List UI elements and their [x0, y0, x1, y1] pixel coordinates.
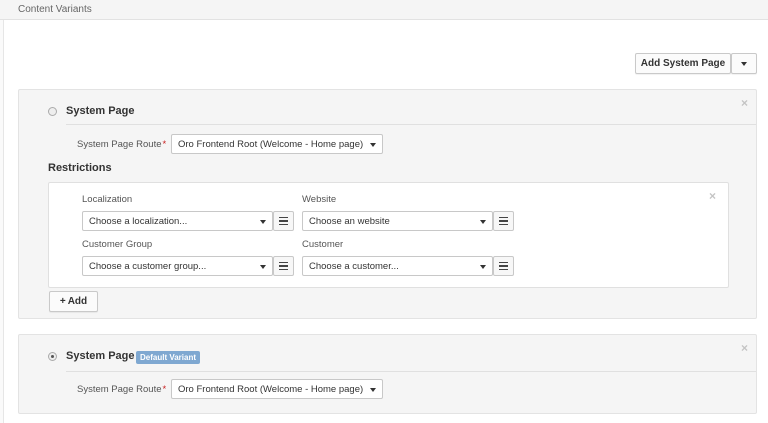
chevron-down-icon: [370, 388, 376, 392]
chevron-down-icon: [260, 265, 266, 269]
localization-select-value: Choose a localization...: [89, 215, 188, 227]
section-title: Content Variants: [18, 4, 92, 15]
restriction-box: × Localization Choose a localization... …: [48, 182, 729, 288]
website-select-value: Choose an website: [309, 215, 390, 227]
left-border: [0, 20, 4, 423]
default-variant-radio[interactable]: [48, 352, 57, 361]
customer-group-select[interactable]: Choose a customer group...: [82, 256, 273, 276]
localization-select[interactable]: Choose a localization...: [82, 211, 273, 231]
customer-list-button[interactable]: [493, 256, 514, 276]
route-label: System Page Route*: [77, 384, 167, 395]
chevron-down-icon: [260, 220, 266, 224]
section-header: Content Variants: [0, 0, 768, 20]
customer-label: Customer: [302, 239, 344, 250]
add-system-page-label: Add System Page: [640, 58, 726, 69]
plus-icon: +: [59, 296, 66, 307]
add-restriction-button[interactable]: + Add: [49, 291, 98, 312]
route-select[interactable]: Oro Frontend Root (Welcome - Home page): [171, 134, 383, 154]
chevron-down-icon: [480, 220, 486, 224]
customer-select-value: Choose a customer...: [309, 260, 399, 272]
route-label: System Page Route*: [77, 139, 167, 150]
customer-select[interactable]: Choose a customer...: [302, 256, 493, 276]
chevron-down-icon: [370, 143, 376, 147]
customer-group-list-button[interactable]: [273, 256, 294, 276]
close-icon[interactable]: ×: [741, 341, 748, 355]
localization-list-button[interactable]: [273, 211, 294, 231]
add-system-page-button[interactable]: Add System Page: [635, 53, 731, 74]
content-variant-1: × System Page System Page Route* Oro Fro…: [18, 89, 757, 319]
divider: [66, 371, 756, 372]
customer-group-label: Customer Group: [82, 239, 153, 250]
chevron-down-icon: [741, 61, 747, 66]
customer-group-select-value: Choose a customer group...: [89, 260, 207, 272]
variant-title: System Page: [66, 350, 135, 362]
restrictions-title: Restrictions: [48, 162, 112, 174]
divider: [66, 124, 756, 125]
localization-label: Localization: [82, 194, 133, 205]
add-dropdown-toggle[interactable]: [731, 53, 757, 74]
chevron-down-icon: [480, 265, 486, 269]
content-variant-2: × System Page Default Variant System Pag…: [18, 334, 757, 414]
close-icon[interactable]: ×: [741, 96, 748, 110]
website-label: Website: [302, 194, 337, 205]
route-select-value: Oro Frontend Root (Welcome - Home page): [178, 138, 364, 150]
website-list-button[interactable]: [493, 211, 514, 231]
add-restriction-label: Add: [67, 296, 88, 307]
variant-title: System Page: [66, 105, 135, 117]
route-select-value: Oro Frontend Root (Welcome - Home page): [178, 383, 364, 395]
default-variant-badge: Default Variant: [136, 351, 201, 364]
route-select[interactable]: Oro Frontend Root (Welcome - Home page): [171, 379, 383, 399]
close-icon[interactable]: ×: [709, 189, 716, 203]
default-variant-radio[interactable]: [48, 107, 57, 116]
website-select[interactable]: Choose an website: [302, 211, 493, 231]
